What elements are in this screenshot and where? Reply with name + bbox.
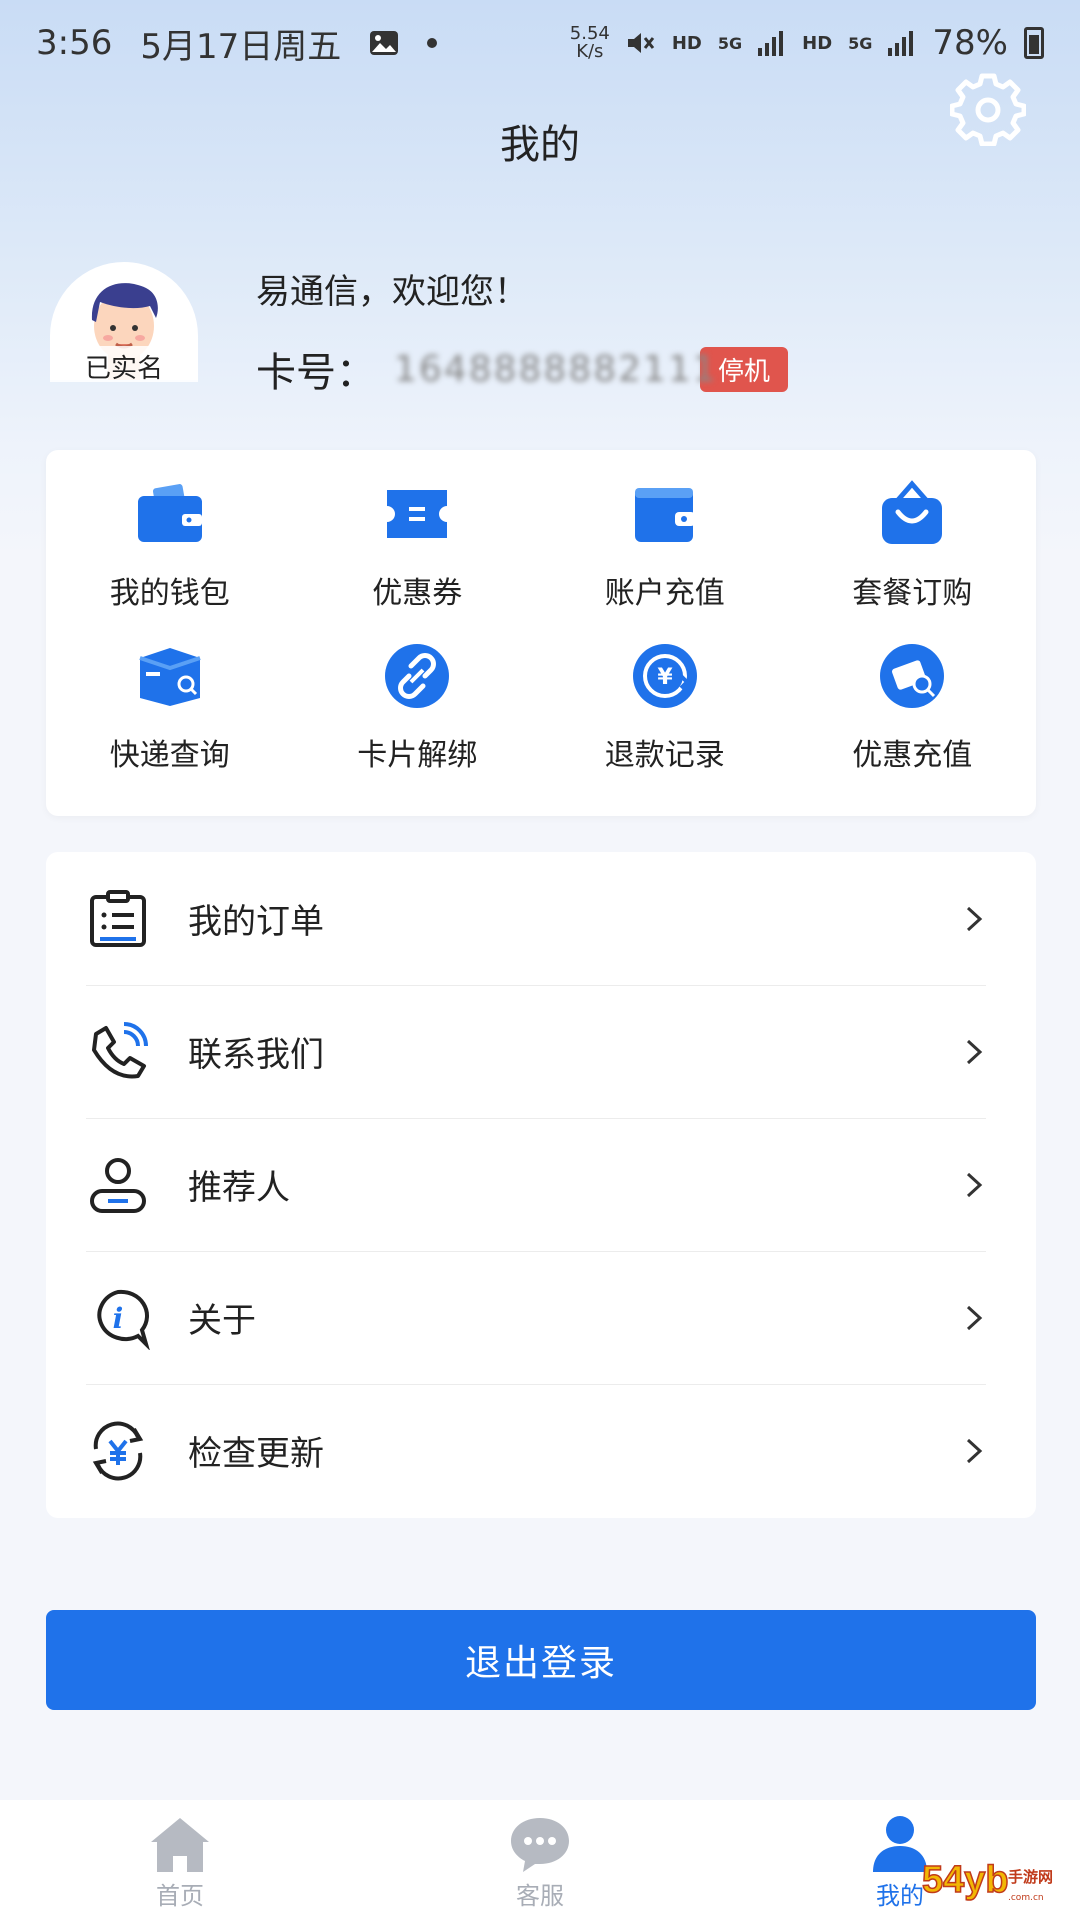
- action-label: 优惠充值: [852, 738, 973, 773]
- card-number-label: 卡号：: [256, 350, 376, 396]
- action-discount-topup[interactable]: 优惠充值: [789, 640, 1037, 802]
- battery-icon: [1024, 27, 1044, 59]
- package-bag-icon: [882, 480, 943, 544]
- battery-percent: 78%: [932, 23, 1008, 63]
- parcel-search-icon: [139, 648, 201, 706]
- menu-item-orders[interactable]: 我的订单: [46, 852, 1036, 985]
- menu-label: 联系我们: [188, 1035, 324, 1075]
- svg-text:¥: ¥: [657, 665, 673, 690]
- tab-service[interactable]: 客服: [360, 1800, 720, 1920]
- card-number-value: 1648888882111: [394, 348, 718, 390]
- menu-item-contact[interactable]: 联系我们: [46, 985, 1036, 1118]
- menu-list: 我的订单 联系我们 推荐人 i 关于 检查更新: [46, 852, 1036, 1518]
- coupon-icon: [387, 490, 448, 538]
- menu-item-referrer[interactable]: 推荐人: [46, 1118, 1036, 1251]
- status-bar: 3:56 5月17日周五 5.54 K/s HD 5G HD 5G 78%: [0, 0, 1080, 86]
- hd-label-2: HD: [802, 32, 833, 54]
- refund-icon: ¥: [632, 644, 697, 708]
- status-time: 3:56: [36, 23, 113, 63]
- 5g-label: 5G: [717, 33, 743, 53]
- gallery-icon: [370, 31, 399, 55]
- tab-label: 首页: [156, 1882, 204, 1910]
- tab-label: 客服: [516, 1882, 564, 1910]
- action-label: 我的钱包: [109, 576, 230, 611]
- menu-label: 关于: [188, 1301, 256, 1341]
- action-parcel[interactable]: 快递查询: [46, 640, 294, 802]
- svg-text:手游网: 手游网: [1008, 1868, 1053, 1886]
- status-date: 5月17日周五: [140, 26, 342, 67]
- unlink-icon: [385, 644, 450, 708]
- chevron-right-icon: [966, 1039, 983, 1064]
- chevron-right-icon: [966, 906, 983, 931]
- chat-icon: [511, 1818, 569, 1872]
- action-refund[interactable]: ¥ 退款记录: [541, 640, 789, 802]
- quick-actions-card: 我的钱包 优惠券 账户充值 套餐订购 快递查询 卡片解绑 ¥ 退款记录 优惠充值: [46, 450, 1036, 816]
- phone-icon: [92, 1021, 148, 1078]
- discount-topup-icon: [880, 644, 945, 708]
- signal-icon-2: [888, 31, 914, 56]
- mute-icon: [627, 33, 655, 53]
- signal-icon: [758, 31, 784, 56]
- chevron-right-icon: [966, 1305, 983, 1330]
- menu-label: 检查更新: [188, 1434, 324, 1474]
- home-icon: [151, 1818, 209, 1872]
- chevron-right-icon: [966, 1172, 983, 1197]
- action-label: 套餐订购: [852, 576, 973, 611]
- action-coupon[interactable]: 优惠券: [294, 478, 542, 640]
- hd-label: HD: [671, 32, 702, 54]
- notification-dot-icon: [427, 38, 438, 48]
- watermark-logo: 54yb 手游网 .com.cn: [920, 1852, 1072, 1912]
- card-number-row: 卡号： 1648888882111 停机: [256, 340, 789, 398]
- account-topup-icon: [634, 488, 695, 542]
- action-package[interactable]: 套餐订购: [789, 478, 1037, 640]
- logout-button[interactable]: 退出登录: [46, 1610, 1036, 1710]
- referrer-icon: [90, 1157, 146, 1213]
- net-speed-unit: K/s: [576, 41, 604, 62]
- menu-label: 推荐人: [188, 1168, 290, 1208]
- info-icon: i: [97, 1289, 150, 1350]
- avatar[interactable]: 已实名: [50, 262, 198, 384]
- action-label: 卡片解绑: [357, 738, 478, 773]
- bottom-tab-bar: 首页 客服 我的: [0, 1800, 1080, 1920]
- svg-text:i: i: [113, 1302, 124, 1335]
- action-account-topup[interactable]: 账户充值: [541, 478, 789, 640]
- menu-item-about[interactable]: i 关于: [46, 1251, 1036, 1384]
- action-label: 快递查询: [109, 738, 230, 773]
- chevron-right-icon: [966, 1438, 983, 1463]
- page-title: 我的: [500, 122, 580, 168]
- tab-label: 我的: [876, 1882, 924, 1910]
- svg-text:54yb: 54yb: [922, 1859, 1009, 1901]
- action-label: 账户充值: [604, 576, 725, 611]
- update-icon: [92, 1421, 144, 1480]
- welcome-text: 易通信，欢迎您！: [256, 272, 528, 312]
- action-label: 优惠券: [372, 576, 463, 611]
- verified-label: 已实名: [50, 346, 198, 384]
- 5g-label-2: 5G: [848, 33, 873, 53]
- action-wallet[interactable]: 我的钱包: [46, 478, 294, 640]
- wallet-icon: [137, 484, 202, 542]
- menu-label: 我的订单: [188, 902, 324, 942]
- action-label: 退款记录: [604, 738, 725, 773]
- order-list-icon: [90, 889, 146, 947]
- tab-home[interactable]: 首页: [0, 1800, 360, 1920]
- menu-item-update[interactable]: 检查更新: [46, 1384, 1036, 1517]
- svg-text:.com.cn: .com.cn: [1008, 1893, 1044, 1903]
- action-unbind[interactable]: 卡片解绑: [294, 640, 542, 802]
